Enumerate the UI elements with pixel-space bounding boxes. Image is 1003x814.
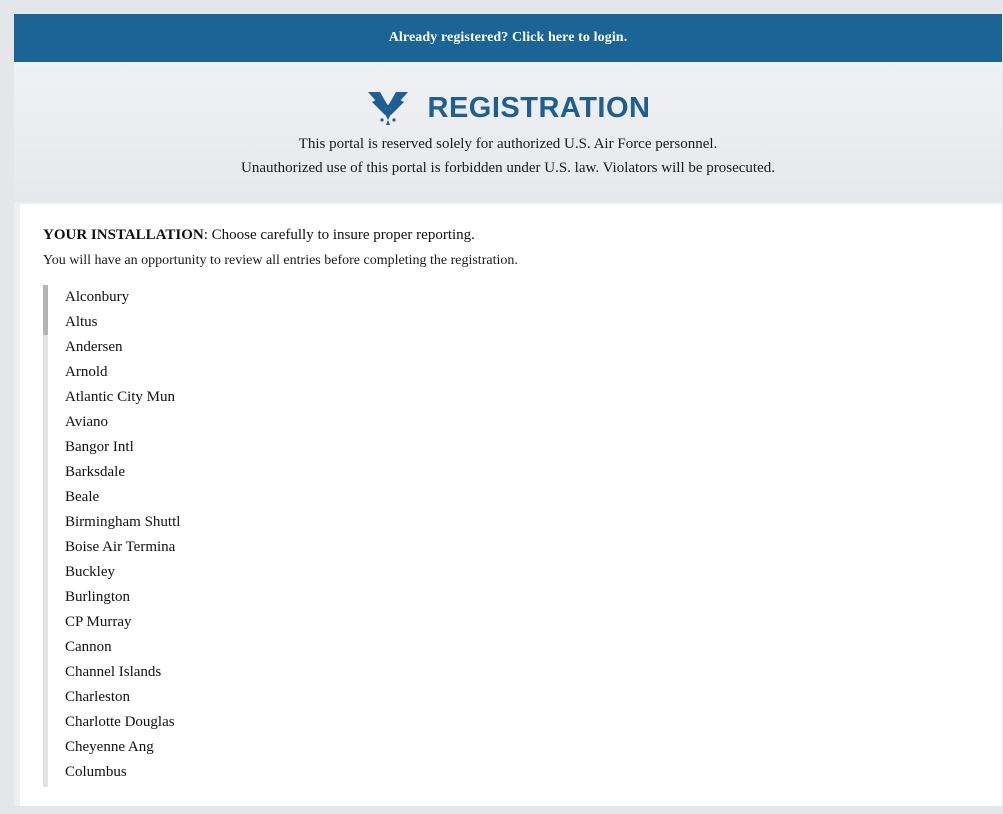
installation-option[interactable]: Columbus bbox=[65, 760, 180, 785]
listbox-scrollbar[interactable] bbox=[43, 285, 48, 787]
installation-option[interactable]: Altus bbox=[65, 310, 180, 335]
installation-option[interactable]: Aviano bbox=[65, 410, 180, 435]
installation-option[interactable]: Charleston bbox=[65, 685, 180, 710]
login-link[interactable]: Already registered? Click here to login. bbox=[389, 30, 628, 46]
title-row: REGISTRATION bbox=[14, 88, 1002, 128]
notice-line-2: Unauthorized use of this portal is forbi… bbox=[241, 160, 775, 176]
installation-option[interactable]: Bangor Intl bbox=[65, 435, 180, 460]
installation-section: YOUR INSTALLATION: Choose carefully to i… bbox=[20, 204, 1002, 806]
installation-option[interactable]: Buckley bbox=[65, 560, 180, 585]
installation-option[interactable]: CP Murray bbox=[65, 610, 180, 635]
installation-heading: YOUR INSTALLATION: Choose carefully to i… bbox=[43, 227, 475, 244]
page-header: REGISTRATION This portal is reserved sol… bbox=[14, 62, 1002, 202]
installation-option[interactable]: Boise Air Termina bbox=[65, 535, 180, 560]
registration-page: Already registered? Click here to login.… bbox=[14, 14, 1002, 806]
installation-options: Alconbury Altus Andersen Arnold Atlantic… bbox=[65, 285, 180, 785]
installation-option[interactable]: Alconbury bbox=[65, 285, 180, 310]
installation-option[interactable]: Charlotte Douglas bbox=[65, 710, 180, 735]
installation-subtext: You will have an opportunity to review a… bbox=[43, 253, 518, 268]
installation-option[interactable]: Channel Islands bbox=[65, 660, 180, 685]
installation-listbox[interactable]: Alconbury Altus Andersen Arnold Atlantic… bbox=[43, 285, 443, 787]
installation-heading-text: : Choose carefully to insure proper repo… bbox=[203, 227, 475, 243]
page-title: REGISTRATION bbox=[427, 91, 651, 124]
installation-option[interactable]: Barksdale bbox=[65, 460, 180, 485]
installation-option[interactable]: Beale bbox=[65, 485, 180, 510]
installation-option[interactable]: Birmingham Shuttl bbox=[65, 510, 180, 535]
air-force-logo-icon bbox=[367, 92, 408, 125]
installation-option[interactable]: Andersen bbox=[65, 335, 180, 360]
installation-option[interactable]: Burlington bbox=[65, 585, 180, 610]
installation-option[interactable]: Cheyenne Ang bbox=[65, 735, 180, 760]
notice-line-1: This portal is reserved solely for autho… bbox=[298, 136, 718, 152]
listbox-scroll-thumb[interactable] bbox=[43, 285, 48, 335]
login-bar: Already registered? Click here to login. bbox=[14, 14, 1002, 62]
installation-option[interactable]: Arnold bbox=[65, 360, 180, 385]
installation-option[interactable]: Cannon bbox=[65, 635, 180, 660]
installation-option[interactable]: Atlantic City Mun bbox=[65, 385, 180, 410]
installation-heading-label: YOUR INSTALLATION bbox=[43, 227, 204, 243]
